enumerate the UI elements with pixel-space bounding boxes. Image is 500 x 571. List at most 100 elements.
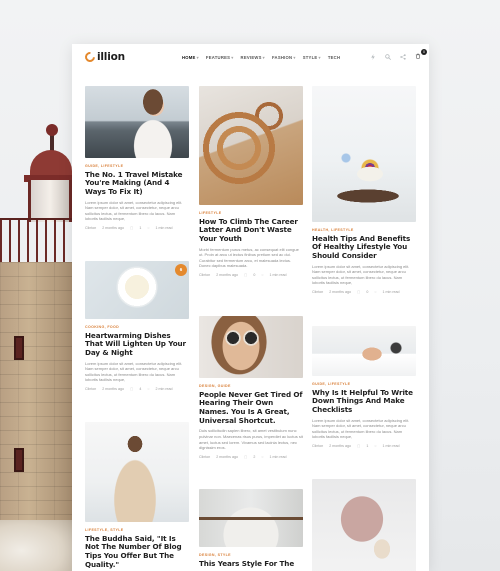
post-thumbnail[interactable] [312,326,416,376]
post-author[interactable]: Clinton [312,444,323,448]
lighthouse-dome [30,150,72,178]
clock-icon: ○ [261,272,264,277]
post-title[interactable]: Health Tips And Benefits Of Healthy Life… [312,234,416,261]
header-icons: 0 [370,49,427,61]
post-title[interactable]: Why Is It Helpful To Write Down Things A… [312,388,416,415]
post-author[interactable]: Clinton [85,226,96,230]
post-number-badge: 6 [175,264,187,276]
post-title[interactable]: This Years Style For The [199,559,303,569]
post-category[interactable]: HEALTH, LIFESTYLE [312,228,416,232]
post-author[interactable]: Clinton [199,273,210,277]
post-date: 2 months ago [102,386,124,391]
menu-item-fashion[interactable]: FASHION▾ [272,55,296,60]
cart-button[interactable]: 0 [415,49,427,61]
post-thumbnail[interactable] [85,86,189,158]
post-read-time: 1 min read [382,289,400,294]
post-thumbnail[interactable] [85,422,189,522]
post-author[interactable]: Clinton [85,387,96,391]
post-card: GUIDE, LIFESTYLE The No. 1 Travel Mistak… [85,86,189,230]
clock-icon: ○ [261,454,264,459]
search-icon[interactable] [385,54,391,60]
cart-icon [415,53,421,59]
post-thumbnail[interactable] [199,316,303,378]
post-read-time: 1 min read [269,272,287,277]
post-date: 2 months ago [329,289,351,294]
comment-icon: ▢ [356,289,361,294]
comment-icon: ▢ [129,225,134,230]
post-date: 2 months ago [329,443,351,448]
post-comments[interactable]: 2 [253,455,255,459]
post-thumbnail[interactable]: 6 [85,261,189,319]
post-category[interactable]: LIFESTYLE, STYLE [85,528,189,532]
post-meta: Clinton 2 months ago ▢ 4 ○ 2 min read [85,387,189,391]
lighthouse-window [14,336,24,360]
post-card: 6 COOKING, FOOD Heartwarming Dishes That… [85,261,189,391]
post-excerpt: Lorem ipsum dolor sit amet, consectetur … [85,360,183,383]
post-title[interactable]: The Buddha Said, "It Is Not The Number O… [85,534,189,570]
post-thumbnail[interactable] [312,479,416,571]
comment-icon: ▢ [243,454,248,459]
site-logo[interactable]: illion [82,49,125,65]
post-title[interactable]: The No. 1 Travel Mistake You're Making (… [85,170,189,197]
post-excerpt: Lorem ipsum dolor sit amet, consectetur … [312,417,410,440]
post-card: GUIDE, LIFESTYLE Why Is It Helpful To Wr… [312,326,416,448]
comment-icon: ▢ [129,386,134,391]
post-card: LIFESTYLE, STYLE The Buddha Said, "It Is… [85,422,189,569]
top-navigation: illion HOME▾ FEATURES▾ REVIEWS▾ FASHION▾… [72,44,429,72]
post-thumbnail[interactable] [199,489,303,547]
post-card: HEALTH, LIFESTYLE Health Tips And Benefi… [312,86,416,294]
comment-icon: ▢ [243,272,248,277]
post-date: 2 months ago [216,454,238,459]
post-title[interactable]: Heartwarming Dishes That Will Lighten Up… [85,331,189,358]
clock-icon: ○ [374,289,377,294]
post-title[interactable]: How To Climb The Career Latter And Don't… [199,217,303,244]
post-thumbnail[interactable] [312,86,416,222]
post-card: DESIGN, GUIDE People Never Get Tired Of … [199,316,303,459]
post-comments[interactable]: 1 [139,226,141,230]
post-thumbnail[interactable] [199,86,303,205]
post-category[interactable]: GUIDE, LIFESTYLE [85,164,189,168]
post-comments[interactable]: 4 [139,387,141,391]
post-meta: Clinton 2 months ago ▢ 1 ○ 1 min read [85,226,189,230]
menu-item-style[interactable]: STYLE▾ [303,55,321,60]
clock-icon: ○ [147,225,150,230]
post-author[interactable]: Clinton [199,455,210,459]
post-author[interactable]: Clinton [312,290,323,294]
post-meta: Clinton 2 months ago ▢ 1 ○ 1 min read [312,444,416,448]
post-excerpt: Lorem ipsum dolor sit amet, consectetur … [85,199,183,222]
main-menu: HOME▾ FEATURES▾ REVIEWS▾ FASHION▾ STYLE▾… [182,55,341,60]
post-comments[interactable]: 0 [253,273,255,277]
post-read-time: 1 min read [269,454,287,459]
lighthouse-lantern [28,180,72,222]
post-card: DESIGN, STYLE This Years Style For The [199,489,303,568]
lighthouse-rocks [0,520,72,571]
post-date: 2 months ago [216,272,238,277]
post-meta: Clinton 2 months ago ▢ 0 ○ 1 min read [199,273,303,277]
bolt-icon[interactable] [370,54,376,60]
post-comments[interactable]: 1 [366,444,368,448]
post-category[interactable]: LIFESTYLE [199,211,303,215]
post-excerpt: Duis sollicitudin sapien libero, sit ame… [199,428,303,451]
post-category[interactable]: COOKING, FOOD [85,325,189,329]
post-category[interactable]: DESIGN, STYLE [199,553,303,557]
post-category[interactable]: GUIDE, LIFESTYLE [312,382,416,386]
menu-item-home[interactable]: HOME▾ [182,55,199,60]
post-meta: Clinton 2 months ago ▢ 2 ○ 1 min read [199,455,303,459]
clock-icon: ○ [147,386,150,391]
post-category[interactable]: DESIGN, GUIDE [199,384,303,388]
menu-item-reviews[interactable]: REVIEWS▾ [241,55,265,60]
share-icon[interactable] [400,54,406,60]
menu-item-features[interactable]: FEATURES▾ [206,55,234,60]
post-comments[interactable]: 0 [366,290,368,294]
menu-item-tech[interactable]: TECH [328,55,341,60]
post-excerpt: Lorem ipsum dolor sit amet, consectetur … [312,263,410,286]
website-preview: illion HOME▾ FEATURES▾ REVIEWS▾ FASHION▾… [72,44,429,571]
lighthouse-finial [46,124,58,136]
clock-icon: ○ [374,443,377,448]
post-date: 2 months ago [102,225,124,230]
post-title[interactable]: People Never Get Tired Of Hearing Their … [199,390,303,426]
comment-icon: ▢ [356,443,361,448]
post-read-time: 2 min read [155,386,173,391]
logo-mark-icon [82,49,98,65]
post-read-time: 1 min read [155,225,173,230]
